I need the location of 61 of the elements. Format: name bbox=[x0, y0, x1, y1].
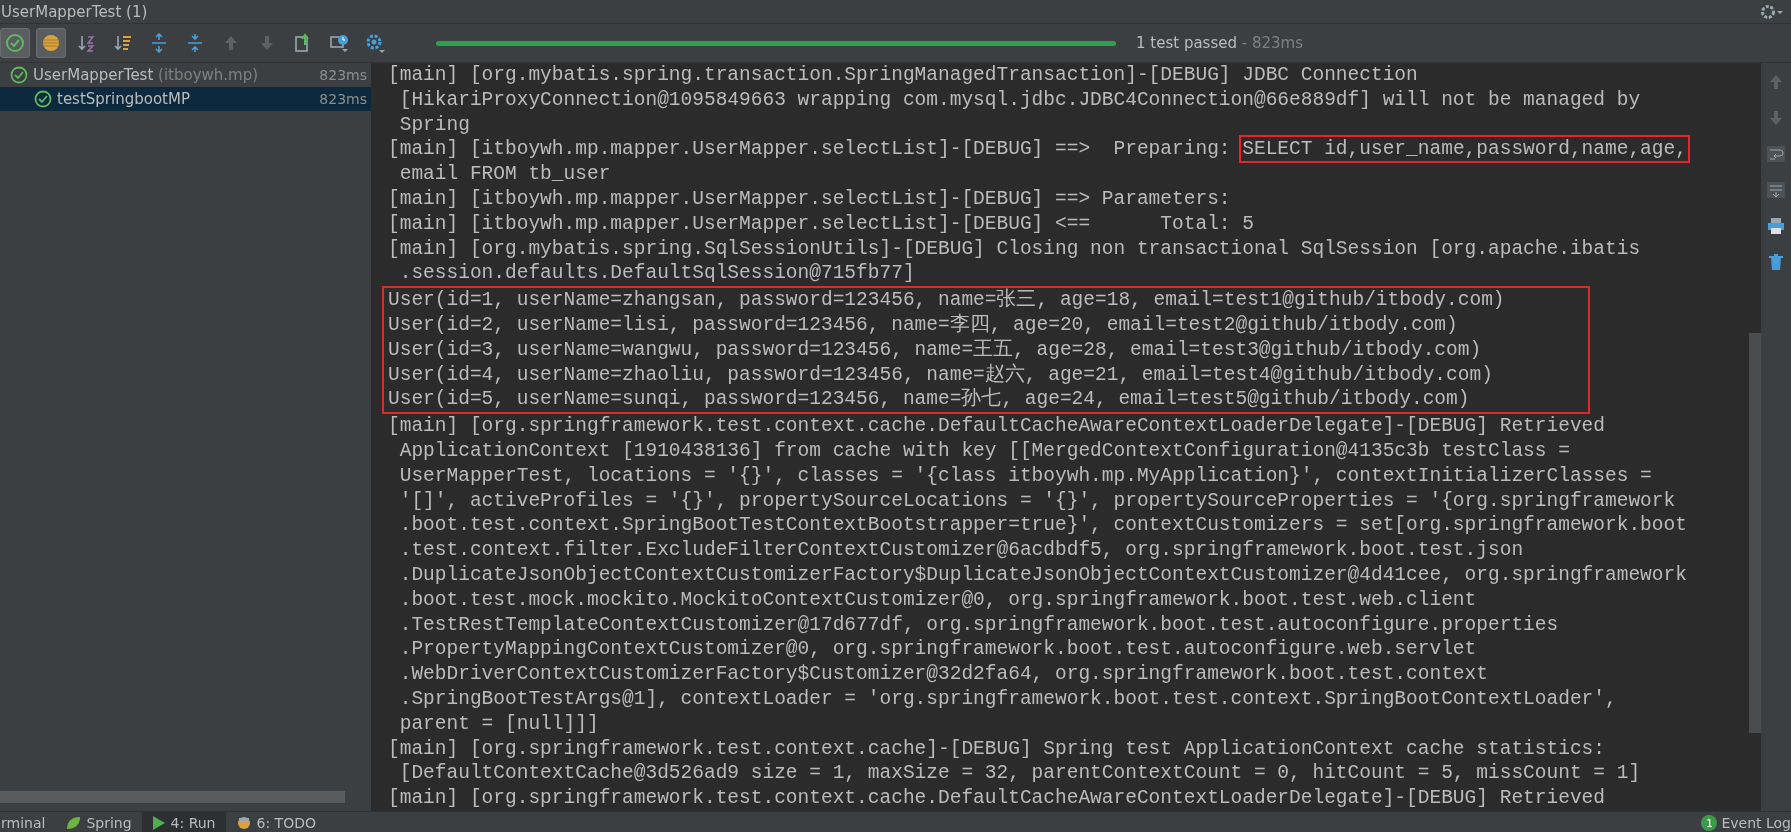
log-line: ApplicationContext [1910438136] from cache with key [[MergedContextConfiguration@4135c3b testClass = bbox=[398, 438, 1571, 464]
settings-icon bbox=[365, 33, 385, 53]
log-line: .boot.test.mock.mockito.MockitoContextCustomizer@0, org.springframework.boot.test.web.client bbox=[398, 587, 1478, 613]
sort-duration-icon bbox=[113, 33, 133, 53]
log-line: [main] [itboywh.mp.mapper.UserMapper.selectList]-[DEBUG] ==> Preparing: SELECT id,user_name,password,name,age, bbox=[388, 137, 1761, 163]
log-line: User(id=2, userName=lisi, password=123456, name=李四, age=20, email=test2@github/itbody.com) bbox=[388, 312, 1459, 338]
log-line: [main] [org.mybatis.spring.transaction.SpringManagedTransaction]-[DEBUG] JDBC Connection bbox=[388, 63, 1419, 88]
log-line: .session.defaults.DefaultSqlSession@715fb77] bbox=[398, 261, 916, 287]
tool-window-tab[interactable]: Spring bbox=[55, 812, 142, 832]
tool-window-tab[interactable]: rminal bbox=[0, 812, 56, 832]
todo-icon bbox=[235, 815, 252, 831]
log-line: User(id=5, userName=sunqi, password=123456, name=孙七, age=24, email=test5@github/itbody.com) bbox=[388, 387, 1471, 413]
leaf-icon bbox=[65, 815, 82, 831]
highlight-box: SELECT id,user_name,password,name,age, bbox=[1242, 138, 1687, 161]
log-line: [main] [org.springframework.test.context.cache]-[DEBUG] Spring test ApplicationContext cache statistics: bbox=[388, 736, 1606, 762]
log-line: .PropertyMappingContextCustomizer@0, org.springframework.boot.test.autoconfigure.web.servlet bbox=[398, 637, 1478, 663]
log-line: User(id=3, userName=wangwu, password=123456, name=王五, age=28, email=test3@github/itbody.com) bbox=[388, 337, 1483, 363]
scroll-end-icon bbox=[1766, 180, 1786, 200]
log-line: .TestRestTemplateContextCustomizer@17d677df, org.springframework.boot.test.autoconfigure.properties bbox=[398, 612, 1560, 638]
log-line: User(id=1, userName=zhangsan, password=123456, name=张三, age=18, email=test1@github/itbody.com) bbox=[388, 288, 1506, 313]
log-line: .test.context.filter.ExcludeFilterContextCustomizer@6acdbdf5, org.springframework.boot.test.json bbox=[398, 538, 1525, 563]
scrollbar[interactable] bbox=[0, 791, 345, 803]
wrap-icon bbox=[1766, 144, 1786, 164]
tool-window-tab[interactable]: 6: TODO bbox=[225, 812, 326, 832]
log-line: '[]', activeProfiles = '{}', propertySourceLocations = '{}', propertySourceProperties = '{org.springframework bbox=[398, 488, 1677, 514]
collapse-icon bbox=[185, 33, 205, 53]
log-line: [main] [itboywh.mp.mapper.UserMapper.selectList]-[DEBUG] <== Total: 5 bbox=[388, 211, 1255, 237]
trash-icon bbox=[1766, 252, 1786, 272]
log-line: .WebDriverContextCustomizerFactory$Customizer@32d2fa64, org.springframework.boot.test.context bbox=[398, 662, 1489, 687]
log-line: .SpringBootTestArgs@1], contextLoader = 'org.springframework.boot.test.context.SpringBootContextLoader', bbox=[398, 686, 1618, 712]
event-log-link[interactable]: Event Log bbox=[1721, 815, 1791, 831]
log-line: [main] [org.mybatis.spring.SqlSessionUtils]-[DEBUG] Closing non transactional SqlSession [org.apache.ibatis bbox=[388, 236, 1642, 262]
log-line: [HikariProxyConnection@1095849663 wrapping com.mysql.jdbc.JDBC4Connection@66e889df] will not be managed by bbox=[398, 87, 1642, 113]
log-line: .boot.test.context.SpringBootTestContextBootstrapper=true}', contextCustomizers = set[org.springframework.boot bbox=[398, 513, 1688, 539]
play-icon bbox=[151, 815, 166, 831]
log-line: User(id=4, userName=zhaoliu, password=123456, name=赵六, age=21, email=test4@github/itbody.com) bbox=[388, 362, 1494, 387]
log-line: [main] [org.springframework.test.context.cache.DefaultCacheAwareContextLoaderDelegate]-[DEBUG] Retrieved bbox=[388, 414, 1606, 439]
test-status: 1 test passed - 823ms bbox=[1136, 34, 1303, 52]
log-line: email FROM tb_user bbox=[398, 162, 612, 187]
log-line: [main] [itboywh.mp.mapper.UserMapper.selectList]-[DEBUG] ==> Parameters: bbox=[388, 187, 1232, 212]
panel-title: UserMapperTest (1) bbox=[1, 2, 148, 21]
history-icon bbox=[329, 33, 349, 53]
log-line: [main] [org.springframework.test.context.cache.DefaultCacheAwareContextLoaderDelegate]-[DEBUG] Retrieved bbox=[388, 786, 1606, 811]
log-line: parent = [null]]] bbox=[398, 711, 600, 737]
sort-alpha-icon bbox=[77, 33, 97, 53]
passed-icon bbox=[5, 33, 25, 53]
expand-icon bbox=[149, 33, 169, 53]
ignored-icon bbox=[41, 33, 61, 53]
log-line: UserMapperTest, locations = '{}', classes = '{class itboywh.mp.MyApplication}', contextInitializerClasses = bbox=[398, 463, 1653, 489]
print-icon bbox=[1766, 216, 1786, 236]
log-line: .DuplicateJsonObjectContextCustomizerFactory$DuplicateJsonObjectContextCustomizer@4d41cee, org.springframework bbox=[398, 562, 1688, 588]
event-badge: 1 bbox=[1701, 815, 1718, 831]
scrollbar[interactable] bbox=[1749, 333, 1761, 733]
toolbar-button[interactable] bbox=[36, 28, 66, 58]
settings-icon[interactable] bbox=[1759, 2, 1785, 21]
log-line: [DefaultContextCache@3d526ad9 size = 1, maxSize = 32, parentContextCount = 0, hitCount = 5, missCount = 1] bbox=[398, 761, 1642, 787]
tool-window-tab[interactable]: 4: Run bbox=[141, 812, 226, 832]
test-tree-item[interactable]: testSpringbootMP 823ms bbox=[0, 87, 371, 111]
log-line: Spring bbox=[398, 112, 471, 138]
test-tree-item[interactable]: UserMapperTest (itboywh.mp) 823ms bbox=[0, 63, 371, 87]
toolbar-button[interactable] bbox=[0, 28, 30, 58]
